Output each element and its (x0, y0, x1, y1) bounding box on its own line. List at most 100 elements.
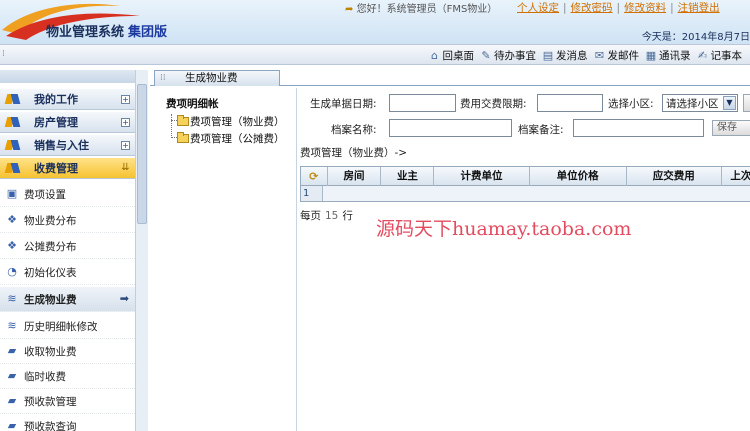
mail-icon: ✉ (594, 48, 605, 62)
sidebar-item-generate-fee[interactable]: ≋ 生成物业费 ➡ (0, 287, 135, 312)
notebook-icon: ✍ (697, 48, 708, 62)
grid-header: ⟳ 房间 业主 计费单位 单位价格 应交费用 上次 (301, 167, 750, 186)
meter-icon: ◔ (7, 265, 17, 278)
generate-fee-form: 生成单据日期: 费用交费限期: 选择小区: 请选择小区 ▼ 档案名称: 档案备注:… (298, 88, 750, 148)
sidebar-item-property-fee-distribution[interactable]: ❖ 物业费分布 (0, 208, 135, 233)
chevron-down-icon[interactable]: ▼ (723, 96, 736, 110)
arrow-right-icon: ➡ (119, 292, 129, 305)
todo-button[interactable]: ✎ 待办事宜 (480, 48, 536, 63)
category-icon (6, 92, 20, 106)
archive-name-input[interactable] (389, 119, 512, 137)
sidebar-category-property[interactable]: 房产管理 + (0, 112, 135, 133)
archive-note-label: 档案备注: (518, 124, 564, 136)
edit-profile-link[interactable]: 修改资料 (624, 2, 666, 14)
date-display: 今天是：2014年8月7日 (641, 32, 750, 43)
system-title: 物业管理系统 集团版 (46, 25, 168, 40)
tree-connector (171, 114, 172, 138)
sidebar-item-temp-charge[interactable]: ▰ 临时收费 (0, 364, 135, 389)
send-message-button[interactable]: ▤ 发消息 (542, 48, 588, 63)
district-select[interactable]: 请选择小区 ▼ (662, 94, 738, 112)
distribution-icon: ❖ (7, 213, 17, 226)
folder-icon (177, 132, 189, 143)
category-icon (6, 161, 20, 175)
logout-link[interactable]: 注销登出 (678, 2, 720, 14)
sidebar-item-init-meter[interactable]: ◔ 初始化仪表 (0, 260, 135, 285)
archive-name-label: 档案名称: (331, 124, 377, 136)
expand-icon[interactable]: + (121, 94, 130, 104)
expand-icon[interactable]: + (121, 140, 130, 150)
page-size: 15 (325, 210, 339, 222)
column-header-unit-price[interactable]: 单位价格 (530, 167, 627, 186)
sidebar-top-strip (0, 70, 135, 83)
sidebar: 我的工作 + 房产管理 + 销售与入住 + 收费管理 ⇊ ▣ 费项设置 ❖ 物业费分布 ❖ 公… (0, 70, 148, 431)
refresh-icon: ⟳ (309, 170, 319, 183)
user-greeting: ➦ 您好！系统管理员（FMS物业） (345, 4, 498, 15)
breadcrumb: 费项管理（物业费）-> (300, 147, 408, 159)
table-row[interactable]: 1 (301, 186, 750, 201)
sidebar-category-my-work[interactable]: 我的工作 + (0, 89, 135, 110)
expand-icon[interactable]: + (121, 117, 130, 127)
generate-icon: ≋ (7, 292, 17, 305)
watermark-text: 源码天下huamay.taoba.com (376, 218, 632, 240)
temp-charge-icon: ▰ (7, 369, 17, 382)
column-header-room[interactable]: 房间 (328, 167, 382, 186)
column-header-amount-due[interactable]: 应交费用 (627, 167, 722, 186)
sidebar-category-sales[interactable]: 销售与入住 + (0, 135, 135, 156)
system-edition: 集团版 (128, 25, 168, 40)
todo-icon: ✎ (481, 48, 491, 62)
prepay-query-icon: ▰ (7, 419, 17, 431)
folder-icon (177, 115, 189, 126)
column-header-billing-unit[interactable]: 计费单位 (434, 167, 530, 186)
prepay-icon: ▰ (7, 394, 17, 407)
tab-bar: ⁞⁞ 生成物业费 (150, 70, 750, 86)
sidebar-scroll-thumb[interactable] (137, 84, 147, 224)
tab-generate-fee[interactable]: ⁞⁞ 生成物业费 (154, 70, 280, 86)
sidebar-category-fees[interactable]: 收费管理 ⇊ (0, 158, 135, 179)
grid-refresh-button[interactable]: ⟳ (301, 167, 328, 186)
collapse-icon[interactable]: ⇊ (121, 162, 130, 173)
sidebar-item-fee-settings[interactable]: ▣ 费项设置 (0, 182, 135, 207)
row-number: 1 (301, 186, 323, 201)
user-arrow-icon: ➦ (345, 4, 354, 15)
personal-settings-link[interactable]: 个人设定 (517, 2, 559, 14)
column-header-owner[interactable]: 业主 (381, 167, 435, 186)
toolbar-grip-icon: ⁞ (2, 49, 5, 59)
column-header-last[interactable]: 上次 (722, 167, 750, 186)
gen-date-label: 生成单据日期: (310, 98, 377, 110)
tab-grip-icon: ⁞⁞ (160, 73, 166, 83)
sidebar-item-prepay-manage[interactable]: ▰ 预收款管理 (0, 389, 135, 414)
settings-doc-icon: ▣ (6, 187, 18, 200)
tree-root-label: 费项明细帐 (166, 98, 219, 110)
extra-button[interactable] (743, 94, 750, 112)
fee-item-tree: 费项明细帐 费项管理（物业费） 费项管理（公摊费） (155, 88, 297, 431)
sidebar-item-shared-fee-distribution[interactable]: ❖ 公摊费分布 (0, 234, 135, 259)
collect-fee-icon: ▰ (7, 344, 17, 357)
tree-node-shared-fee[interactable]: 费项管理（公摊费） (177, 131, 285, 146)
fee-period-label: 费用交费限期: (460, 98, 527, 110)
distribution-icon: ❖ (7, 239, 17, 252)
category-icon (6, 115, 20, 129)
sidebar-item-collect-fee[interactable]: ▰ 收取物业费 (0, 339, 135, 364)
district-label: 选择小区: (608, 98, 654, 110)
top-links: 个人设定 | 修改密码 | 修改资料 | 注销登出 (517, 2, 720, 14)
pager: 每页 15 行 (300, 210, 353, 222)
fee-period-input[interactable] (537, 94, 603, 112)
gen-date-input[interactable] (389, 94, 456, 112)
app-header: 物业管理系统 集团版 ➦ 您好！系统管理员（FMS物业） 个人设定 | 修改密码 | 修改… (0, 0, 750, 44)
sidebar-item-history-edit[interactable]: ≋ 历史明细帐修改 (0, 314, 135, 339)
history-edit-icon: ≋ (7, 319, 17, 332)
tree-node-property-fee[interactable]: 费项管理（物业费） (177, 114, 285, 129)
sidebar-item-prepay-query[interactable]: ▰ 预收款查询 (0, 414, 135, 431)
home-button[interactable]: ⌂ 回桌面 (429, 48, 474, 63)
message-icon: ▤ (542, 48, 554, 62)
category-icon (6, 138, 20, 152)
change-password-link[interactable]: 修改密码 (571, 2, 613, 14)
notebook-button[interactable]: ✍ 记事本 (697, 48, 742, 63)
contacts-icon: ▦ (645, 48, 657, 62)
fee-grid: ⟳ 房间 业主 计费单位 单位价格 应交费用 上次 1 (300, 166, 750, 202)
contacts-button[interactable]: ▦ 通讯录 (645, 48, 691, 63)
archive-note-input[interactable] (573, 119, 704, 137)
send-mail-button[interactable]: ✉ 发邮件 (594, 48, 639, 63)
sidebar-scrollbar[interactable] (135, 70, 148, 431)
save-button[interactable]: 保存 (712, 120, 750, 136)
